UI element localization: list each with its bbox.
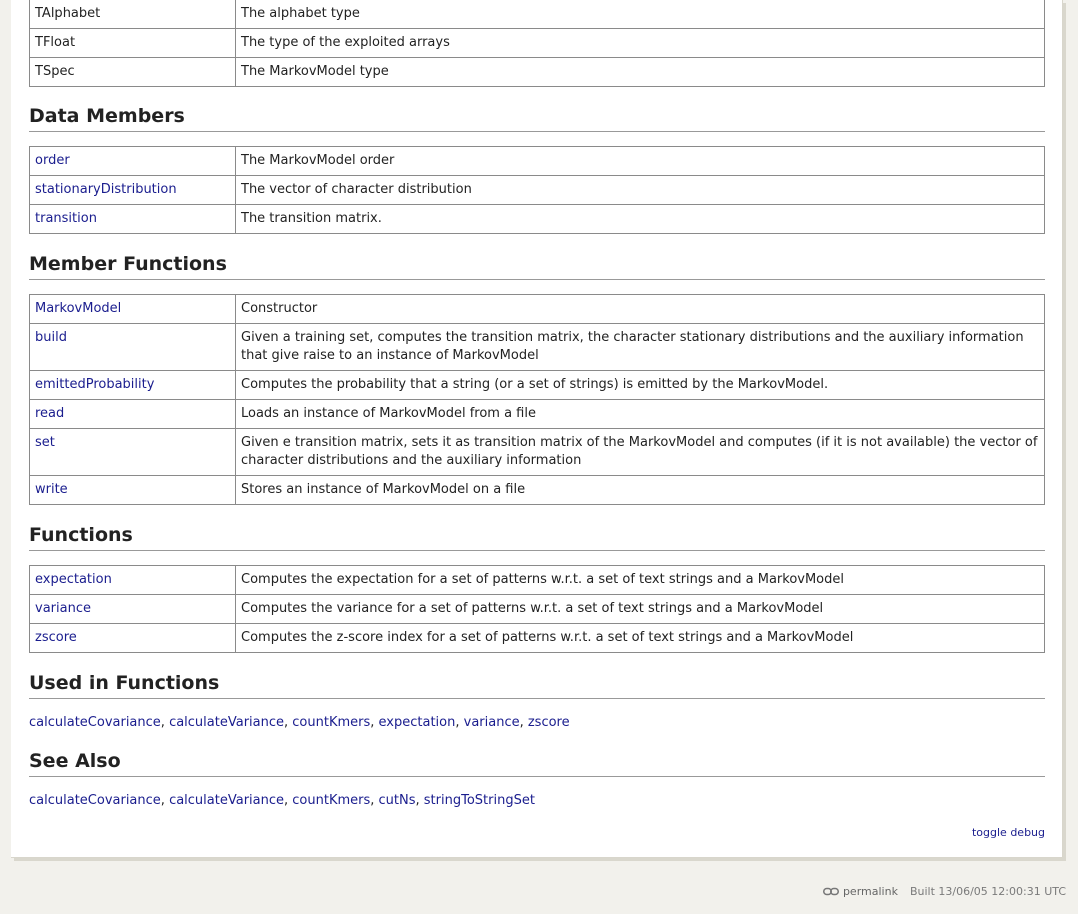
build-timestamp: Built 13/06/05 12:00:31 UTC	[909, 885, 1066, 898]
content-page: TAlphabet The alphabet type TFloat The t…	[11, 0, 1063, 858]
toggle-debug-link[interactable]: toggle debug	[972, 826, 1045, 839]
see-also-links: calculateCovariance, calculateVariance, …	[29, 793, 535, 808]
functions-table: expectation Computes the expectation for…	[29, 565, 1045, 653]
used-in-links: calculateCovariance, calculateVariance, …	[29, 715, 570, 730]
table-row: TSpec The MarkovModel type	[29, 57, 1045, 87]
member-function-description: Given e transition matrix, sets it as tr…	[235, 428, 1045, 476]
type-name: TFloat	[29, 28, 236, 58]
see-also-link[interactable]: calculateVariance	[169, 793, 284, 808]
function-description: Computes the expectation for a set of pa…	[235, 565, 1045, 595]
member-function-link[interactable]: read	[35, 406, 64, 421]
used-in-functions-section: Used in Functions calculateCovariance, c…	[29, 670, 1045, 732]
member-functions-table: MarkovModel Constructor build Given a tr…	[29, 294, 1045, 505]
member-function-description: Loads an instance of MarkovModel from a …	[235, 399, 1045, 429]
table-row: write Stores an instance of MarkovModel …	[29, 475, 1045, 505]
section-heading: Data Members	[29, 103, 1045, 132]
used-in-link[interactable]: zscore	[528, 715, 570, 730]
function-description: Computes the z-score index for a set of …	[235, 623, 1045, 653]
member-function-description: Computes the probability that a string (…	[235, 370, 1045, 400]
see-also-link[interactable]: stringToStringSet	[424, 793, 535, 808]
member-description: The MarkovModel order	[235, 146, 1045, 176]
table-row: order The MarkovModel order	[29, 146, 1045, 176]
member-function-link[interactable]: MarkovModel	[35, 301, 121, 316]
link-icon	[822, 887, 839, 896]
functions-section: Functions expectation Computes the expec…	[29, 522, 1045, 653]
section-heading: Used in Functions	[29, 670, 1045, 699]
table-row: read Loads an instance of MarkovModel fr…	[29, 399, 1045, 429]
see-also-section: See Also calculateCovariance, calculateV…	[29, 748, 1045, 810]
member-functions-section: Member Functions MarkovModel Constructor…	[29, 251, 1045, 505]
used-in-link[interactable]: countKmers	[292, 715, 370, 730]
member-function-description: Stores an instance of MarkovModel on a f…	[235, 475, 1045, 505]
function-link[interactable]: variance	[35, 601, 91, 616]
member-link[interactable]: order	[35, 153, 70, 168]
used-in-link[interactable]: calculateCovariance	[29, 715, 161, 730]
data-members-table: order The MarkovModel order stationaryDi…	[29, 146, 1045, 234]
member-function-description: Constructor	[235, 294, 1045, 324]
table-row: emittedProbability Computes the probabil…	[29, 370, 1045, 400]
function-description: Computes the variance for a set of patte…	[235, 594, 1045, 624]
table-row: build Given a training set, computes the…	[29, 323, 1045, 371]
see-also-link[interactable]: cutNs	[379, 793, 416, 808]
member-description: The vector of character distribution	[235, 175, 1045, 205]
section-heading: Member Functions	[29, 251, 1045, 280]
member-function-link[interactable]: set	[35, 435, 55, 450]
member-link[interactable]: transition	[35, 211, 97, 226]
member-description: The transition matrix.	[235, 204, 1045, 234]
table-row: zscore Computes the z-score index for a …	[29, 623, 1045, 653]
member-function-description: Given a training set, computes the trans…	[235, 323, 1045, 371]
table-row: stationaryDistribution The vector of cha…	[29, 175, 1045, 205]
see-also-link[interactable]: countKmers	[292, 793, 370, 808]
types-table: TAlphabet The alphabet type TFloat The t…	[29, 0, 1045, 87]
types-section: TAlphabet The alphabet type TFloat The t…	[29, 0, 1045, 87]
section-heading: See Also	[29, 748, 1045, 777]
type-name: TSpec	[29, 57, 236, 87]
section-heading: Functions	[29, 522, 1045, 551]
table-row: set Given e transition matrix, sets it a…	[29, 428, 1045, 476]
member-link[interactable]: stationaryDistribution	[35, 182, 177, 197]
type-description: The alphabet type	[235, 0, 1045, 29]
table-row: variance Computes the variance for a set…	[29, 594, 1045, 624]
used-in-link[interactable]: expectation	[379, 715, 456, 730]
permalink-link[interactable]: permalink	[822, 885, 898, 898]
function-link[interactable]: expectation	[35, 572, 112, 587]
type-description: The MarkovModel type	[235, 57, 1045, 87]
member-function-link[interactable]: emittedProbability	[35, 377, 154, 392]
permalink-label: permalink	[842, 885, 898, 898]
member-function-link[interactable]: build	[35, 330, 67, 345]
see-also-link[interactable]: calculateCovariance	[29, 793, 161, 808]
function-link[interactable]: zscore	[35, 630, 77, 645]
type-description: The type of the exploited arrays	[235, 28, 1045, 58]
used-in-link[interactable]: calculateVariance	[169, 715, 284, 730]
data-members-section: Data Members order The MarkovModel order…	[29, 103, 1045, 234]
used-in-link[interactable]: variance	[464, 715, 520, 730]
type-name: TAlphabet	[29, 0, 236, 29]
table-row: expectation Computes the expectation for…	[29, 565, 1045, 595]
table-row: TAlphabet The alphabet type	[29, 0, 1045, 29]
table-row: TFloat The type of the exploited arrays	[29, 28, 1045, 58]
footer: permalink Built 13/06/05 12:00:31 UTC	[822, 885, 1066, 898]
table-row: MarkovModel Constructor	[29, 294, 1045, 324]
member-function-link[interactable]: write	[35, 482, 68, 497]
table-row: transition The transition matrix.	[29, 204, 1045, 234]
